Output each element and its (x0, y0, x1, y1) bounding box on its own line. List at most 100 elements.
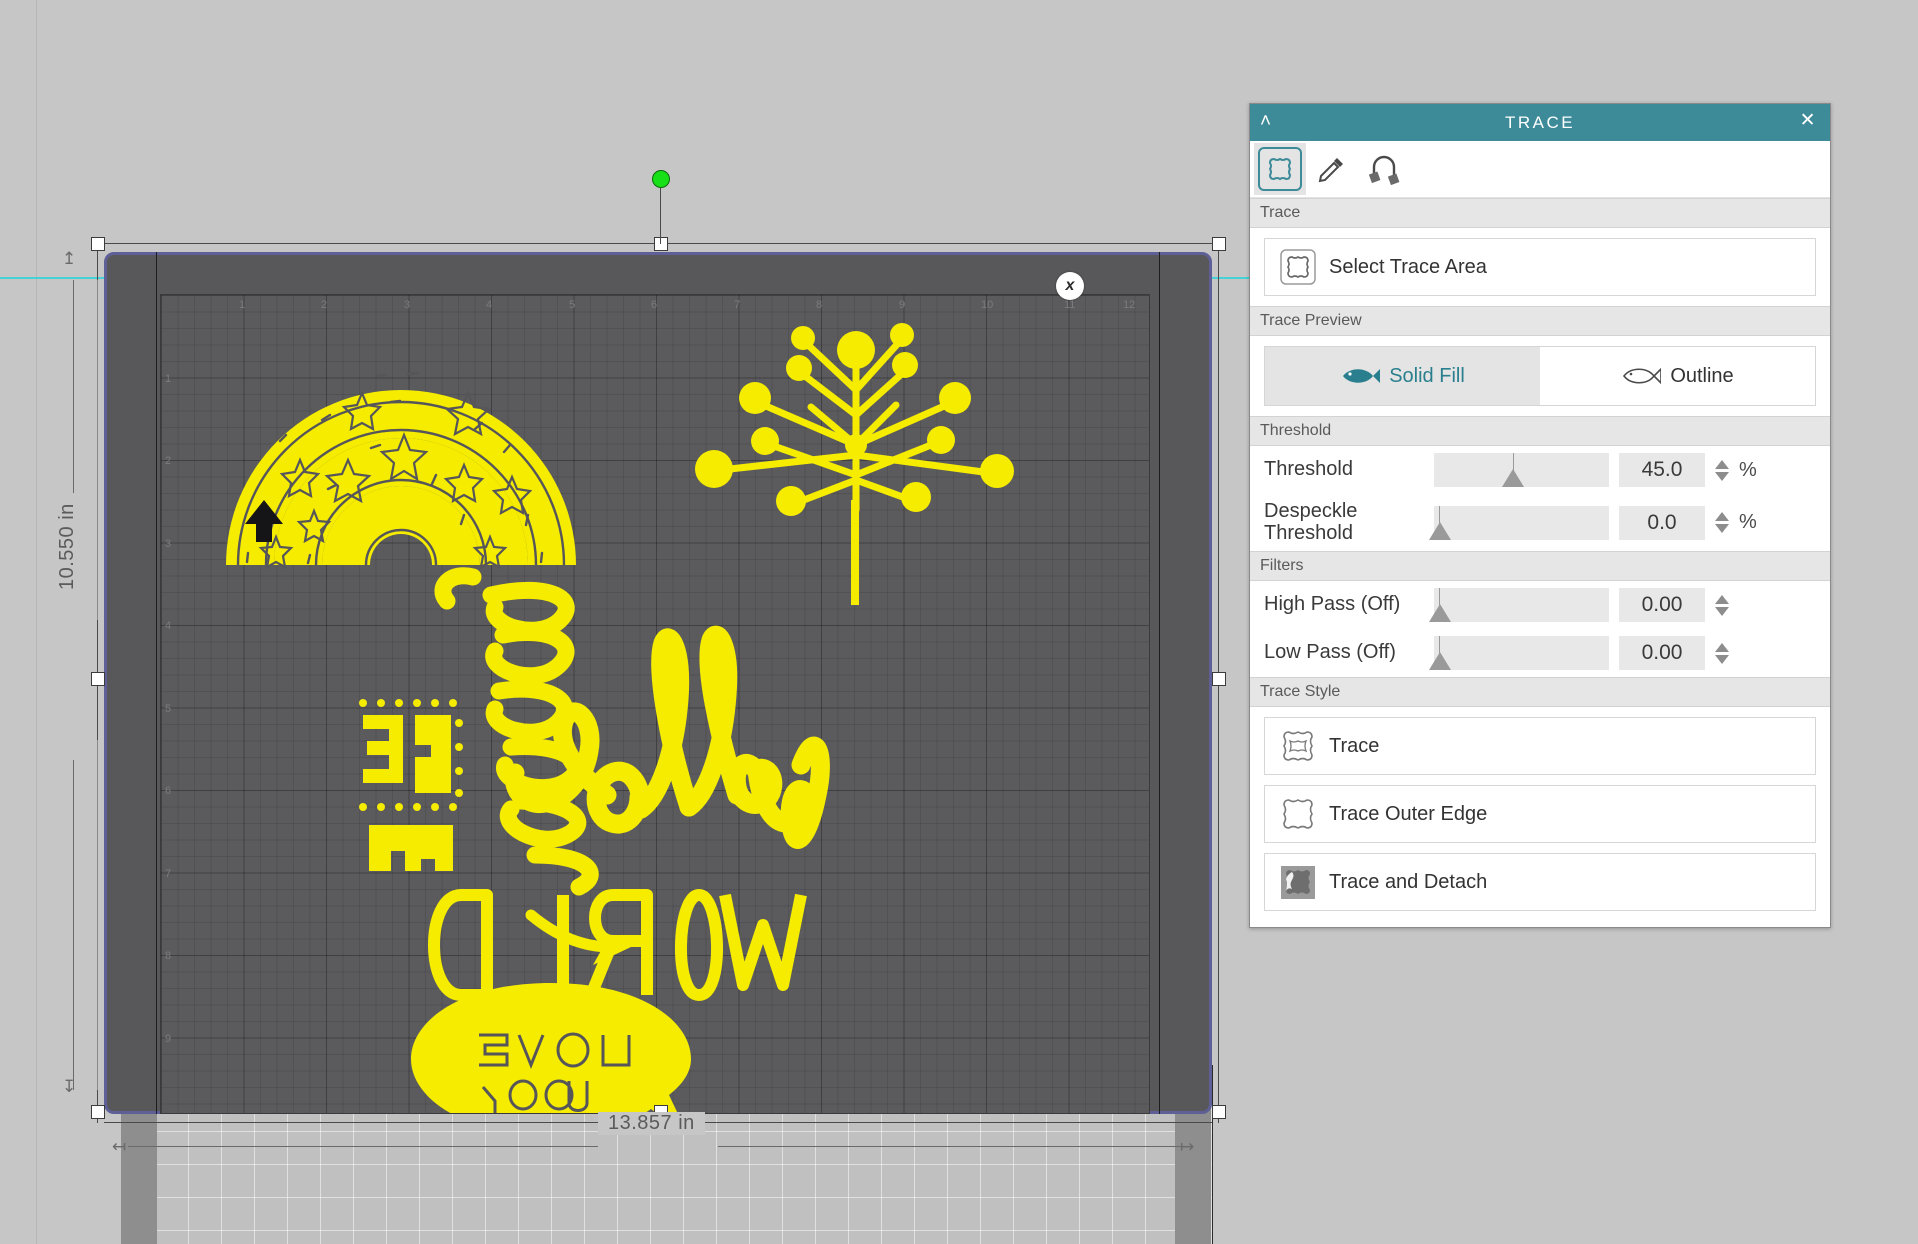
high-pass-slider[interactable] (1429, 588, 1609, 623)
threshold-value[interactable]: 45.0 (1619, 453, 1705, 487)
trace-and-detach-label: Trace and Detach (1329, 870, 1488, 893)
mat-ruler-tick: 8 (165, 950, 172, 962)
rotate-handle-stem (660, 188, 661, 244)
trace-shape-tool-button[interactable] (1254, 143, 1306, 195)
threshold-row: Threshold 45.0 % (1250, 446, 1830, 494)
trace-shape-icon (1258, 147, 1302, 191)
threshold-unit: % (1739, 458, 1757, 481)
high-pass-label: High Pass (Off) (1264, 593, 1401, 616)
threshold-slider[interactable] (1434, 453, 1609, 487)
high-pass-value[interactable]: 0.00 (1619, 588, 1705, 623)
collapse-icon[interactable]: ˄ (1260, 112, 1274, 131)
guide-tick-left-2 (97, 740, 98, 1090)
mat-left-edge (156, 252, 157, 1114)
trace-preview-toggle-group[interactable]: Solid Fill Outline (1264, 346, 1816, 406)
mat-ruler-tick: 5 (165, 703, 172, 715)
trace-outline-icon (1279, 727, 1317, 765)
high-pass-stepper[interactable] (1715, 594, 1729, 616)
resize-handle-mid-right[interactable] (1212, 672, 1226, 686)
despeckle-value[interactable]: 0.0 (1619, 505, 1705, 540)
trace-area-icon (1279, 248, 1317, 286)
mat-ruler-tick: 11 (1064, 299, 1076, 311)
height-dimension-label: 10.550 in (56, 493, 79, 600)
section-header-threshold: Threshold (1250, 416, 1830, 446)
despeckle-slider[interactable] (1429, 505, 1609, 540)
mat-ruler-tick: 10 (981, 299, 994, 311)
resize-handle-top-center[interactable] (654, 237, 668, 251)
magnet-icon (1362, 147, 1406, 191)
trace-button-label: Trace (1329, 734, 1380, 757)
rotate-handle[interactable] (652, 170, 670, 188)
select-trace-area-button[interactable]: Select Trace Area (1264, 238, 1816, 296)
despeckle-label-line2: Threshold (1264, 521, 1353, 544)
trace-preview-container: Solid Fill Outline (1250, 336, 1830, 416)
trace-button[interactable]: Trace (1264, 717, 1816, 776)
mat-ruler-tick: 1 (239, 299, 246, 311)
mat-ruler-tick: 8 (816, 299, 823, 311)
resize-handle-mid-left[interactable] (91, 672, 105, 686)
width-dim-arrow-left: ↤ (112, 1137, 127, 1156)
threshold-stepper[interactable] (1715, 459, 1729, 481)
width-dimension-label: 13.857 in (598, 1112, 705, 1135)
despeckle-label-line1: Despeckle (1264, 500, 1358, 522)
outline-option[interactable]: Outline (1540, 347, 1815, 405)
trace-tool-row[interactable] (1250, 141, 1830, 198)
low-pass-value[interactable]: 0.00 (1619, 636, 1705, 671)
low-pass-slider[interactable] (1429, 636, 1609, 671)
despeckle-stepper[interactable] (1715, 512, 1729, 534)
mat-ruler-tick: 6 (651, 299, 658, 311)
mat-ruler-tick: 2 (165, 455, 172, 467)
low-pass-label: Low Pass (Off) (1264, 641, 1396, 664)
solid-fill-option[interactable]: Solid Fill (1265, 347, 1540, 405)
trace-outer-edge-button[interactable]: Trace Outer Edge (1264, 785, 1816, 844)
mat-ruler-tick: 2 (321, 299, 328, 311)
eyedropper-icon (1310, 147, 1354, 191)
high-pass-row: High Pass (Off) 0.00 (1250, 581, 1830, 629)
fish-solid-icon (1340, 365, 1381, 387)
close-selection-button[interactable]: x (1056, 272, 1084, 300)
resize-handle-bottom-left[interactable] (91, 1105, 105, 1119)
resize-handle-bottom-right[interactable] (1212, 1105, 1226, 1119)
mat-ruler-tick: 5 (569, 299, 576, 311)
width-dim-line-right (718, 1146, 1188, 1147)
height-dim-arrow-top: ↥ (62, 249, 77, 268)
workspace-guide-line-left (36, 0, 37, 1244)
mat-ruler-tick: 9 (165, 1033, 172, 1045)
fish-outline-icon (1621, 365, 1662, 387)
artwork-svg (226, 323, 1014, 1113)
width-dim-line-left (128, 1146, 598, 1147)
trace-panel-header: ˄ TRACE ✕ (1250, 104, 1830, 141)
mat-ruler-tick: 3 (404, 299, 411, 311)
low-pass-row: Low Pass (Off) 0.00 (1250, 629, 1830, 677)
section-header-filters: Filters (1250, 551, 1830, 582)
section-header-trace-style: Trace Style (1250, 677, 1830, 708)
trace-outer-edge-label: Trace Outer Edge (1329, 802, 1488, 825)
magnet-tool-button[interactable] (1358, 143, 1410, 195)
despeckle-unit: % (1739, 511, 1757, 534)
width-dim-arrow-right: ↦ (1180, 1137, 1195, 1156)
mat-ruler-tick: 7 (165, 868, 172, 880)
solid-fill-label: Solid Fill (1389, 364, 1465, 387)
resize-handle-top-right[interactable] (1212, 237, 1226, 251)
trace-outer-edge-icon (1279, 795, 1317, 833)
guide-tick-left (97, 280, 98, 620)
section-header-trace-preview: Trace Preview (1250, 306, 1830, 336)
despeckle-row: Despeckle Threshold 0.0 % (1250, 494, 1830, 551)
close-icon[interactable]: ✕ (1800, 111, 1818, 130)
eyedropper-tool-button[interactable] (1306, 143, 1358, 195)
trace-and-detach-button[interactable]: Trace and Detach (1264, 853, 1816, 912)
mat-ruler-tick: 4 (165, 620, 172, 632)
trace-panel[interactable]: ˄ TRACE ✕ Trace Select Trace Area Trace … (1249, 103, 1831, 929)
select-trace-area-container: Select Trace Area (1250, 228, 1830, 306)
resize-handle-top-left[interactable] (91, 237, 105, 251)
mat-ruler-tick: 9 (899, 299, 906, 311)
design-canvas-workspace[interactable]: 1 2 3 4 5 6 7 8 9 10 11 12 1 2 3 4 5 6 7… (0, 0, 1260, 1244)
height-dim-arrow-bottom: ↧ (62, 1077, 77, 1096)
panel-title: TRACE (1504, 112, 1576, 132)
mat-ruler-tick: 3 (165, 538, 172, 550)
despeckle-label: Despeckle Threshold (1264, 500, 1424, 544)
select-trace-area-label: Select Trace Area (1329, 255, 1487, 278)
low-pass-stepper[interactable] (1715, 642, 1729, 664)
mat-right-edge (1159, 252, 1160, 1114)
cutting-mat[interactable]: 1 2 3 4 5 6 7 8 9 10 11 12 1 2 3 4 5 6 7… (104, 252, 1212, 1114)
